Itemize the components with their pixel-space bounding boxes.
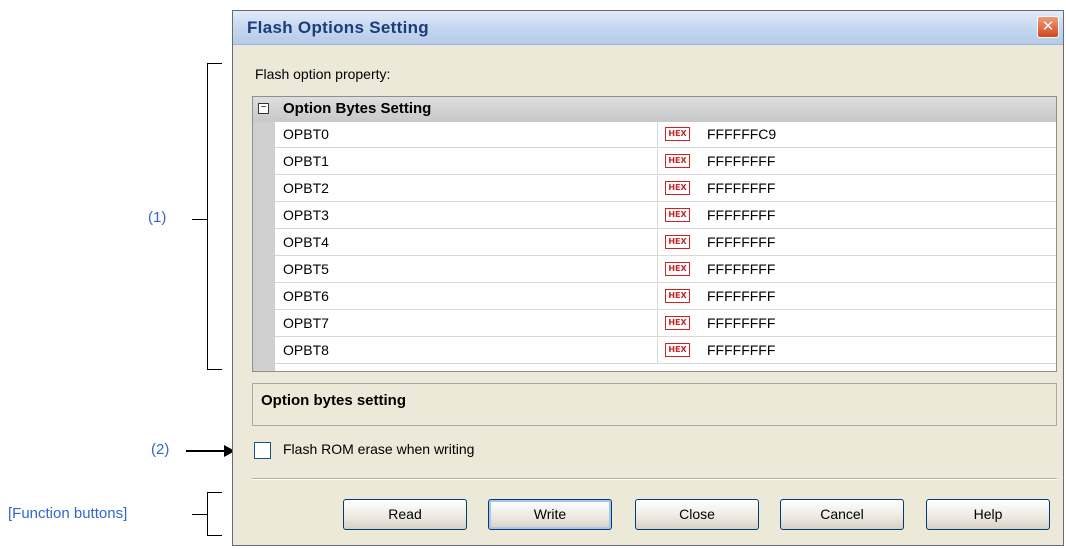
property-name: OPBT8 <box>283 342 329 358</box>
property-name: OPBT6 <box>283 288 329 304</box>
close-button[interactable]: Close <box>635 499 759 530</box>
property-row[interactable]: OPBT1 HEX FFFFFFFF <box>275 149 1056 175</box>
callout-1-connector <box>192 219 207 220</box>
hex-icon: HEX <box>665 181 690 195</box>
property-row[interactable]: OPBT4 HEX FFFFFFFF <box>275 230 1056 256</box>
help-button[interactable]: Help <box>926 499 1050 530</box>
property-value[interactable]: FFFFFFFF <box>707 234 775 250</box>
column-divider <box>657 338 658 363</box>
property-value[interactable]: FFFFFFFF <box>707 261 775 277</box>
erase-checkbox[interactable] <box>254 442 271 459</box>
property-row[interactable]: OPBT8 HEX FFFFFFFF <box>275 338 1056 364</box>
hex-icon: HEX <box>665 289 690 303</box>
hex-icon: HEX <box>665 235 690 249</box>
category-label: Option Bytes Setting <box>283 100 432 117</box>
write-button[interactable]: Write <box>488 499 612 530</box>
description-text: Option bytes setting <box>261 392 407 409</box>
column-divider <box>657 176 658 201</box>
column-divider <box>657 257 658 282</box>
title-bar[interactable]: Flash Options Setting ✕ <box>233 11 1063 45</box>
button-separator <box>252 478 1057 480</box>
callout-buttons-bracket <box>207 492 222 536</box>
property-name: OPBT4 <box>283 234 329 250</box>
hex-icon: HEX <box>665 262 690 276</box>
hex-icon: HEX <box>665 127 690 141</box>
property-row[interactable]: OPBT7 HEX FFFFFFFF <box>275 311 1056 337</box>
property-label: Flash option property: <box>255 66 391 82</box>
category-row-option-bytes[interactable]: − Option Bytes Setting <box>253 97 1056 122</box>
callout-2-label: (2) <box>151 441 170 458</box>
property-value[interactable]: FFFFFFFF <box>707 207 775 223</box>
callout-buttons-connector <box>192 514 207 515</box>
hex-icon: HEX <box>665 316 690 330</box>
property-row[interactable]: OPBT0 HEX FFFFFFC9 <box>275 122 1056 148</box>
property-row[interactable]: OPBT2 HEX FFFFFFFF <box>275 176 1056 202</box>
property-value[interactable]: FFFFFFC9 <box>707 126 776 142</box>
property-row[interactable]: OPBT3 HEX FFFFFFFF <box>275 203 1056 229</box>
callout-2-arrow-line <box>186 450 226 452</box>
property-name: OPBT7 <box>283 315 329 331</box>
property-row[interactable]: OPBT6 HEX FFFFFFFF <box>275 284 1056 310</box>
property-grid: − Option Bytes Setting OPBT0 HEX FFFFFFC… <box>252 96 1057 372</box>
column-divider <box>657 203 658 228</box>
column-divider <box>657 149 658 174</box>
column-divider <box>657 230 658 255</box>
property-value[interactable]: FFFFFFFF <box>707 288 775 304</box>
column-divider <box>657 284 658 309</box>
hex-icon: HEX <box>665 343 690 357</box>
property-name: OPBT5 <box>283 261 329 277</box>
read-button[interactable]: Read <box>343 499 467 530</box>
property-value[interactable]: FFFFFFFF <box>707 180 775 196</box>
property-value[interactable]: FFFFFFFF <box>707 342 775 358</box>
property-name: OPBT0 <box>283 126 329 142</box>
property-name: OPBT2 <box>283 180 329 196</box>
property-value[interactable]: FFFFFFFF <box>707 315 775 331</box>
description-panel: Option bytes setting <box>252 383 1057 426</box>
callout-1-label: (1) <box>148 209 167 226</box>
grid-left-margin <box>253 122 275 371</box>
hex-icon: HEX <box>665 208 690 222</box>
property-name: OPBT1 <box>283 153 329 169</box>
dialog-title: Flash Options Setting <box>247 18 429 37</box>
callout-buttons-label: [Function buttons] <box>8 505 128 522</box>
collapse-toggle-icon[interactable]: − <box>258 103 269 114</box>
column-divider <box>657 311 658 336</box>
erase-checkbox-label[interactable]: Flash ROM erase when writing <box>283 441 474 457</box>
close-window-icon[interactable]: ✕ <box>1037 16 1059 38</box>
flash-options-dialog: Flash Options Setting ✕ Flash option pro… <box>232 10 1064 546</box>
property-name: OPBT3 <box>283 207 329 223</box>
property-value[interactable]: FFFFFFFF <box>707 153 775 169</box>
cancel-button[interactable]: Cancel <box>780 499 904 530</box>
property-row[interactable]: OPBT5 HEX FFFFFFFF <box>275 257 1056 283</box>
hex-icon: HEX <box>665 154 690 168</box>
column-divider <box>657 122 658 147</box>
callout-1-bracket <box>207 63 222 370</box>
